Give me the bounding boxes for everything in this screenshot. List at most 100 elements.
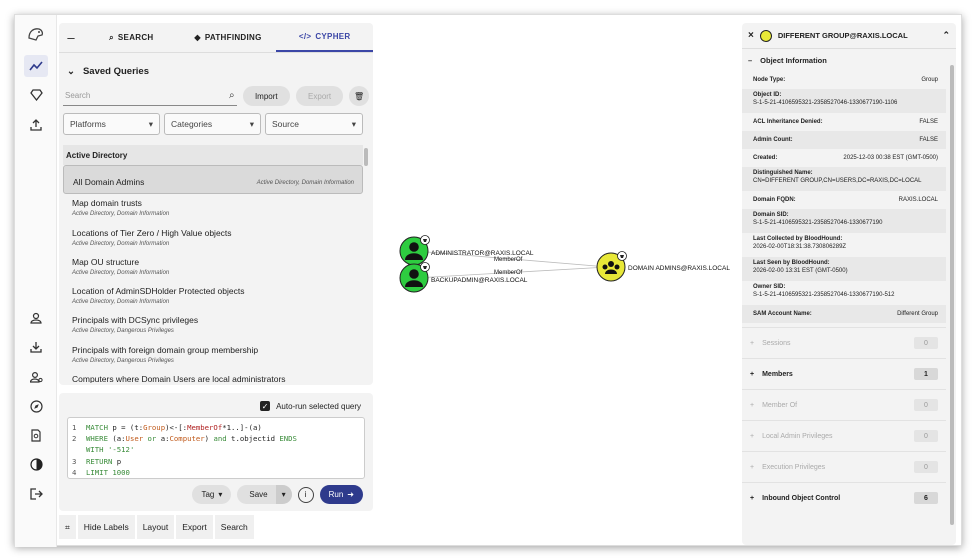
autorun-toggle[interactable]: ✓ Auto-run selected query [260,401,361,411]
platforms-select[interactable]: Platforms ▾ [63,113,160,135]
entity-header: × DIFFERENT GROUP@RAXIS.LOCAL ⌃ [742,23,956,49]
saved-query-tags: Active Directory, Dangerous Privileges [72,357,174,364]
user-settings-icon[interactable] [24,366,48,388]
saved-query-item[interactable]: Location of AdminSDHolder Protected obje… [63,282,363,311]
close-icon[interactable]: × [748,30,754,41]
entity-scrollbar[interactable] [950,65,954,525]
saved-queries-search-input[interactable]: Search ⌕ [63,86,237,106]
saved-query-item[interactable]: Map OU structure Active Directory, Domain… [63,253,363,282]
saved-query-item[interactable]: All Domain Admins Active Directory, Domai… [63,165,363,195]
download-icon[interactable] [24,336,48,358]
filter-row: Platforms ▾ Categories ▾ Source ▾ [59,113,373,135]
code-icon: </> [298,32,312,41]
saved-queries-list: Active Directory All Domain Admins Active… [63,145,363,383]
search-graph-button[interactable]: Search [214,515,254,539]
code-line: WITH '-512' [86,445,135,455]
entity-section-local-admin-privileges[interactable]: + Local Admin Privileges 0 [742,420,946,451]
explore-icon[interactable] [24,55,48,77]
property-value: FALSE [919,137,938,143]
count-badge: 0 [914,337,938,349]
saved-query-item[interactable]: Principals with DCSync privileges Active … [63,311,363,340]
collapse-up-icon[interactable]: ⌃ [942,30,950,41]
entity-title: DIFFERENT GROUP@RAXIS.LOCAL [777,31,908,40]
plus-icon: + [750,432,755,440]
section-label: Inbound Object Control [762,494,841,502]
property-label: SAM Account Name: [753,311,812,317]
category-header: Active Directory [63,145,363,165]
checkbox-checked-icon[interactable]: ✓ [260,401,271,411]
saved-query-tags: Active Directory, Domain Information [256,180,354,187]
saved-query-item[interactable]: Map domain trusts Active Directory, Domai… [63,194,363,223]
compass-icon[interactable] [24,395,48,417]
saved-query-title: Map domain trusts [72,198,142,209]
saved-queries-title: Saved Queries [82,65,149,77]
cypher-code-input[interactable]: 1 MATCH p = (t:Group)<-[:MemberOf*1..]-(a… [67,417,365,479]
user-icon[interactable] [24,307,48,329]
saved-query-item[interactable]: Computers where Domain Users are local a… [63,370,363,383]
import-button[interactable]: Import [242,86,290,106]
document-search-icon[interactable] [24,424,48,446]
list-scrollbar[interactable] [364,148,368,166]
graph-node-backupadmin[interactable] [399,262,430,293]
property-row: Node Type: Group [742,71,946,89]
source-select[interactable]: Source ▾ [265,113,363,135]
graph-svg [399,235,627,293]
theme-contrast-icon[interactable] [24,453,48,475]
search-icon: ⌕ [229,90,235,101]
property-row: Last Collected by BloodHound: 2026-02-00T… [742,233,946,257]
search-icon: ⌕ [109,32,114,42]
tag-button[interactable]: Tag ▾ [192,485,232,504]
hide-labels-button[interactable]: Hide Labels [77,515,135,539]
bloodhound-logo-icon[interactable] [24,23,48,45]
logout-icon[interactable] [24,483,48,505]
run-button[interactable]: Run ➜ [319,485,363,504]
tab-cypher[interactable]: </> CYPHER [276,23,373,52]
property-value: S-1-5-21-4106595321-2358527046-133067719… [753,220,883,226]
property-row: Domain FQDN: RAXIS.LOCAL [742,191,946,209]
export-button[interactable]: Export [295,86,344,106]
crop-icon[interactable]: ⌗ [59,515,76,539]
saved-query-title: Principals with foreign domain group mem… [72,344,259,355]
entity-section-sessions[interactable]: + Sessions 0 [742,327,946,358]
count-badge: 1 [914,368,938,380]
node-label: DOMAIN ADMINS@RAXIS.LOCAL [628,265,730,272]
info-icon[interactable]: i [297,486,314,503]
entity-section-inbound-object-control[interactable]: + Inbound Object Control 6 [742,482,946,513]
group-node-icon [759,29,772,42]
property-value: 2025-12-03 00:38 EST (GMT-0500) [843,155,938,161]
count-badge: 0 [914,399,938,411]
entity-section-members[interactable]: + Members 1 [742,358,946,389]
saved-queries-header[interactable]: ⌄ Saved Queries [59,59,373,83]
delete-icon[interactable]: 🗑 [349,86,369,106]
saved-query-item[interactable]: Locations of Tier Zero / High Value obje… [63,224,363,253]
graph-node-administrator[interactable] [399,235,430,266]
graph-controls-bar: ⌗ Hide Labels Layout Export Search [59,515,254,539]
graph-canvas[interactable]: ADMINISTRATOR@RAXIS.LOCAL BACKUPADMIN@RA… [375,15,739,547]
tab-search[interactable]: ⌕ SEARCH [83,23,180,52]
cypher-editor-panel: ✓ Auto-run selected query 1 MATCH p = (t:… [59,393,373,511]
count-badge: 6 [914,492,938,504]
layout-button[interactable]: Layout [136,515,175,539]
graph-node-domain-admins[interactable] [596,251,627,282]
diamond-icon[interactable] [24,84,48,106]
save-button[interactable]: Save ▾ [237,485,292,504]
categories-select[interactable]: Categories ▾ [164,113,261,135]
tab-pathfinding[interactable]: ◆ PATHFINDING [180,23,277,52]
property-row: ACL Inheritance Denied: FALSE [742,113,946,131]
caret-down-icon[interactable]: ▾ [275,485,292,504]
property-label: ACL Inheritance Denied: [753,119,823,125]
tab-bar: – ⌕ SEARCH ◆ PATHFINDING </> CYPHER [59,23,373,53]
entity-section-execution-privileges[interactable]: + Execution Privileges 0 [742,451,946,482]
property-value: Group [921,77,938,83]
caret-down-icon: ▾ [218,490,223,499]
collapse-icon[interactable]: – [59,23,83,52]
saved-query-item[interactable]: Principals with foreign domain group mem… [63,341,363,370]
property-value: S-1-5-21-4106595321-2358527046-133067719… [753,100,898,106]
entity-section-member-of[interactable]: + Member Of 0 [742,389,946,420]
export-graph-button[interactable]: Export [176,515,213,539]
code-line: 1 MATCH p = (t:Group)<-[:MemberOf*1..]-(a… [72,423,262,432]
section-label: Members [762,370,793,378]
object-information-header[interactable]: – Object Information [742,49,956,71]
upload-icon[interactable] [24,114,48,136]
saved-query-tags: Active Directory, Domain Information [72,240,170,247]
